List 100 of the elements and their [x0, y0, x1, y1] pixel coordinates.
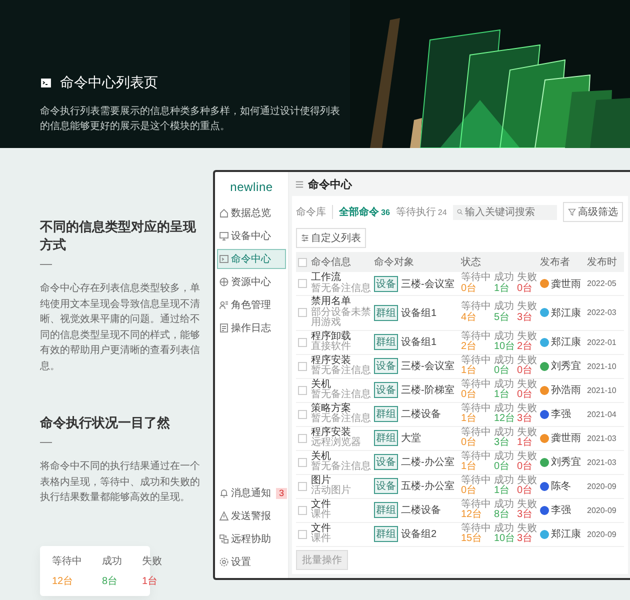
section-title: 命令中心列表页 [60, 74, 158, 92]
status-count: 0台 [517, 462, 534, 472]
checkbox[interactable] [298, 258, 307, 266]
sidebar-item[interactable]: 资源中心 [217, 272, 286, 292]
status-count: 2台 [461, 342, 478, 352]
status-label: 失败 [517, 452, 537, 462]
checkbox[interactable] [298, 482, 307, 490]
publish-time: 2022-05 [587, 279, 618, 288]
count-badge: 3 [276, 488, 288, 498]
sidebar-item[interactable]: 数据总览 [217, 203, 286, 223]
status-count: 5台 [494, 312, 511, 324]
status-count: 3台 [517, 534, 534, 544]
nav-label: 数据总览 [231, 206, 271, 220]
sidebar-item[interactable]: 设备中心 [217, 226, 286, 246]
command-name: 文件 [311, 500, 332, 510]
column-header: 命令对象 [374, 256, 415, 269]
command-note: 暂无备注信息 [311, 284, 371, 294]
status-label: 成功 [494, 476, 514, 486]
target-name: 设备组1 [401, 306, 437, 320]
target-name: 三楼-阶梯室 [401, 384, 454, 397]
filter-tab[interactable]: 等待执行 24 [396, 205, 447, 219]
target-tag: 设备 [374, 382, 398, 398]
status-count: 0台 [517, 390, 534, 400]
target-name: 三楼-会议室 [401, 278, 454, 290]
command-name: 禁用名单 [311, 297, 351, 307]
command-note: 直接软件 [311, 342, 352, 352]
status-count: 0台 [494, 366, 511, 376]
status-count: 10台 [494, 342, 514, 352]
status-count: 3台 [517, 312, 534, 324]
command-note: 远程浏览器 [311, 438, 362, 448]
nav-label: 设置 [231, 556, 251, 569]
status-label: 等待中 [461, 452, 491, 462]
status-count: 1台 [517, 438, 534, 448]
checkbox[interactable] [298, 279, 307, 288]
target-name: 三楼-会议室 [401, 360, 454, 373]
checkbox[interactable] [298, 530, 307, 538]
publisher-name: 孙浩雨 [551, 384, 581, 397]
status-count: 1台 [461, 414, 478, 424]
publish-time: 2021-10 [587, 362, 618, 370]
checkbox[interactable] [298, 434, 307, 442]
column-header: 状态 [461, 256, 482, 269]
command-note: 暂无备注信息 [311, 366, 371, 376]
alert-icon [219, 511, 229, 521]
status-label: 等待中 [461, 404, 491, 414]
toolbar-button[interactable]: 自定义列表 [296, 228, 366, 248]
filter-tab[interactable]: 全部命令 36 [339, 205, 390, 219]
sidebar-item[interactable]: 操作日志 [217, 318, 286, 338]
stat-label: 成功 [102, 554, 122, 568]
publisher-name: 刘秀宜 [551, 456, 581, 469]
column-header: 命令信息 [311, 256, 352, 269]
library-label: 命令库 [296, 205, 333, 219]
menu-icon[interactable] [295, 180, 304, 188]
target-name: 二楼-办公室 [401, 456, 454, 469]
command-name: 文件 [311, 524, 332, 534]
checkbox[interactable] [298, 338, 307, 346]
checkbox[interactable] [298, 506, 307, 514]
checkbox[interactable] [298, 386, 307, 394]
toolbar-button[interactable]: 高级筛选 [562, 202, 623, 222]
remote-icon [219, 534, 229, 544]
command-note: 暂无备注信息 [311, 390, 371, 400]
sidebar-item[interactable]: 命令中心 [217, 249, 286, 269]
stat-value: 8台 [102, 574, 119, 588]
sidebar-item[interactable]: 发送警报 [217, 506, 286, 526]
status-label: 等待中 [461, 380, 491, 390]
target-tag: 群组 [374, 304, 398, 321]
section-text: 命令中心存在列表信息类型较多，单纯使用文本呈现会导致信息呈现不清晰、视觉效果平庸的问题。通过给不同的信息类型呈现不同的样式，能够有效的帮助用户更清晰的查看列表信息。 [40, 282, 201, 374]
sidebar-item[interactable]: 设置 [217, 552, 286, 572]
search-icon [456, 208, 463, 216]
status-label: 等待中 [461, 332, 491, 342]
status-count: 0台 [494, 462, 511, 472]
status-count: 10台 [494, 534, 514, 544]
status-label: 成功 [494, 524, 514, 534]
target-tag: 设备 [374, 478, 398, 494]
status-count: 4台 [461, 312, 478, 324]
status-label: 失败 [517, 428, 537, 438]
nav-label: 命令中心 [231, 252, 271, 266]
status-count: 0台 [517, 486, 534, 496]
page-title: 命令中心 [308, 178, 352, 192]
sidebar-item[interactable]: 远程协助 [217, 529, 286, 549]
status-count: 0台 [461, 284, 478, 294]
status-count: 1台 [494, 390, 511, 400]
terminal-icon [40, 78, 52, 88]
command-note: 暂无备注信息 [311, 414, 371, 424]
status-count: 12台 [461, 510, 484, 520]
command-name: 工作流 [311, 273, 341, 283]
nav-label: 发送警报 [231, 510, 271, 523]
command-note: 活动图片 [311, 486, 352, 496]
publish-time: 2021-03 [587, 458, 618, 466]
status-count: 1台 [461, 462, 478, 472]
nav-label: 操作日志 [231, 322, 271, 335]
sidebar-item[interactable]: 消息通知 3 [217, 483, 286, 503]
checkbox[interactable] [298, 410, 307, 418]
checkbox[interactable] [298, 458, 307, 466]
sidebar-item[interactable]: 角色管理 [217, 295, 286, 315]
checkbox[interactable] [298, 308, 307, 318]
publish-time: 2020-09 [587, 482, 618, 490]
target-tag: 群组 [374, 430, 398, 446]
status-count: 0台 [461, 486, 478, 496]
checkbox[interactable] [298, 362, 307, 370]
publish-time: 2022-01 [587, 338, 618, 346]
